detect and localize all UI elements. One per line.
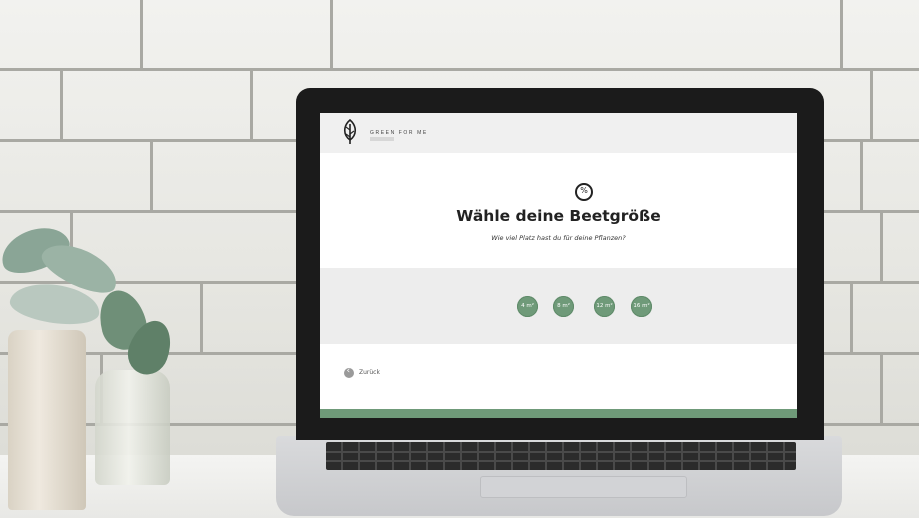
laptop-keyboard — [326, 442, 796, 470]
options-band: 4 m² 8 m² 12 m² 16 m² — [320, 268, 797, 344]
laptop-screen: GREEN FOR ME % Wähle deine Beetgröße Wie… — [320, 113, 797, 418]
brand-tagline-bar — [370, 137, 394, 141]
laptop-trackpad — [480, 476, 687, 498]
glass-bottle — [95, 370, 170, 485]
option-16-m2[interactable]: 16 m² — [631, 296, 652, 317]
option-8-m2[interactable]: 8 m² — [553, 296, 574, 317]
site-header: GREEN FOR ME — [320, 113, 797, 153]
leaf-logo-icon[interactable] — [340, 119, 360, 145]
option-4-m2[interactable]: 4 m² — [517, 296, 538, 317]
option-12-m2[interactable]: 12 m² — [594, 296, 615, 317]
percent-icon: % — [575, 183, 593, 201]
question-subtitle: Wie viel Platz hast du für deine Pflanze… — [491, 234, 626, 242]
brand-name[interactable]: GREEN FOR ME — [370, 130, 428, 136]
back-arrow-icon[interactable] — [344, 366, 354, 378]
question-title: Wähle deine Beetgröße — [456, 207, 661, 225]
progress-bar — [320, 409, 797, 418]
glass-jar — [8, 330, 86, 510]
back-label[interactable]: Zurück — [359, 369, 380, 376]
photo-scene: GREEN FOR ME % Wähle deine Beetgröße Wie… — [0, 0, 919, 518]
